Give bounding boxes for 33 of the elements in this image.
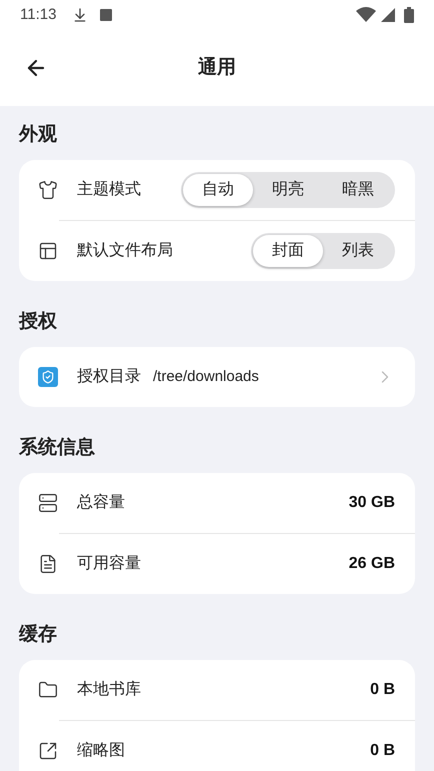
row-value: 30 GB xyxy=(348,493,395,513)
row-value: 0 B xyxy=(370,741,395,761)
shirt-icon xyxy=(38,180,58,200)
shield-icon xyxy=(38,367,58,387)
folder-icon xyxy=(38,680,58,700)
section-title: 外观 xyxy=(19,122,57,147)
row-label: 本地书库 xyxy=(77,680,141,700)
segment-tab[interactable]: 封面 xyxy=(253,235,323,267)
row-value: 26 GB xyxy=(348,554,395,574)
row-value: 0 B xyxy=(370,680,395,700)
layout-icon xyxy=(38,241,58,261)
row-label: 授权目录 xyxy=(77,367,141,387)
signal-icon xyxy=(380,7,396,23)
section-title: 系统信息 xyxy=(19,436,95,460)
row-label: 默认文件布局 xyxy=(77,240,173,261)
segment-tab[interactable]: 列表 xyxy=(323,235,393,267)
segment-tab[interactable]: 暗黑 xyxy=(323,174,393,206)
battery-icon xyxy=(404,7,414,23)
expand-icon xyxy=(38,741,58,761)
row-value: /tree/downloads xyxy=(153,366,259,387)
status-time: 11:13 xyxy=(20,4,56,25)
segment-tab[interactable]: 自动 xyxy=(183,174,253,206)
server-icon xyxy=(38,493,58,513)
section-title: 缓存 xyxy=(19,622,57,647)
row-label: 主题模式 xyxy=(77,180,141,200)
section-title: 授权 xyxy=(19,310,57,334)
page-title: 通用 xyxy=(198,56,236,80)
row-label: 总容量 xyxy=(77,492,125,513)
segment-tab[interactable]: 明亮 xyxy=(253,174,323,206)
wifi-icon xyxy=(356,7,376,23)
file-icon xyxy=(38,554,58,574)
row-label: 可用容量 xyxy=(77,554,141,574)
row-label: 缩略图 xyxy=(77,740,125,761)
